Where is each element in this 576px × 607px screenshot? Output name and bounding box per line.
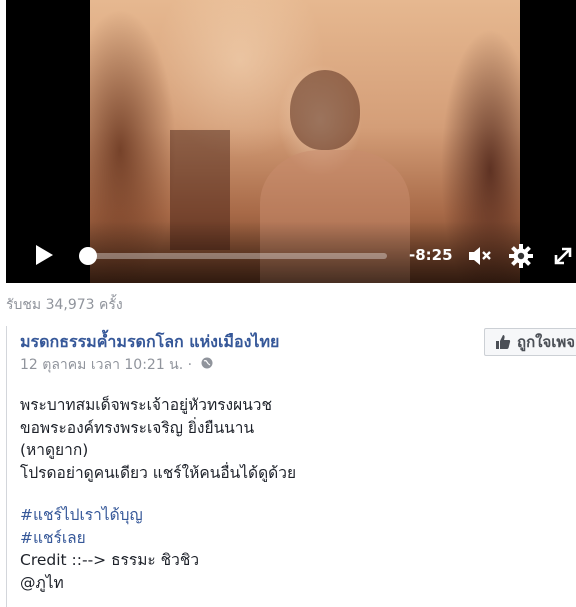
post-body-line: โปรดอย่าดูคนเดียว แชร์ให้คนอื่นได้ดูด้วย xyxy=(20,463,297,482)
post-body-line: ขอพระองค์ทรงพระเจริญ ยิ่งยืนนาน xyxy=(20,418,255,437)
time-remaining: -8:25 xyxy=(409,246,453,264)
hashtag-link[interactable]: #แชร์ไปเราได้บุญ xyxy=(20,506,143,524)
volume-muted-icon[interactable] xyxy=(466,243,492,269)
credit-line: Credit ::--> ธรรมะ ชิวชิว xyxy=(20,551,200,569)
post-left-border xyxy=(6,326,7,607)
post-meta: 12 ตุลาคม เวลา 10:21 น. · xyxy=(20,354,213,376)
thumbs-up-icon xyxy=(496,335,511,349)
post-body-line: พระบาทสมเด็จพระเจ้าอยู่หัวทรงผนวช xyxy=(20,396,273,414)
like-page-label: ถูกใจเพจ xyxy=(517,333,576,351)
post-timestamp[interactable]: 12 ตุลาคม เวลา 10:21 น. xyxy=(20,357,183,373)
post-body-line: (หาดูยาก) xyxy=(20,441,89,459)
post-body: พระบาทสมเด็จพระเจ้าอยู่หัวทรงผนวช ขอพระอ… xyxy=(20,394,296,484)
fullscreen-icon[interactable] xyxy=(550,243,576,269)
post: มรดกธรรมค้ำมรดกโลก แห่งเมืองไทย 12 ตุลาค… xyxy=(6,326,576,607)
hashtag-link[interactable]: #แชร์เลย xyxy=(20,529,86,547)
globe-icon[interactable] xyxy=(201,357,213,373)
like-page-button[interactable]: ถูกใจเพจ xyxy=(484,328,576,356)
mention-text: @ภูไท xyxy=(20,573,64,592)
settings-gear-icon[interactable] xyxy=(508,243,534,269)
view-count: รับชม 34,973 ครั้ง xyxy=(6,297,123,313)
progress-scrubber[interactable] xyxy=(79,247,98,265)
video-player[interactable]: -8:25 xyxy=(6,0,576,283)
progress-bar[interactable] xyxy=(79,247,387,265)
video-figure-head xyxy=(290,70,360,150)
page-name-link[interactable]: มรดกธรรมค้ำมรดกโลก แห่งเมืองไทย xyxy=(20,330,279,355)
video-controls: -8:25 xyxy=(6,221,576,283)
play-icon[interactable] xyxy=(32,243,56,267)
post-tags: #แชร์ไปเราได้บุญ #แชร์เลย Credit ::--> ธ… xyxy=(20,504,199,594)
meta-separator: · xyxy=(183,357,197,373)
